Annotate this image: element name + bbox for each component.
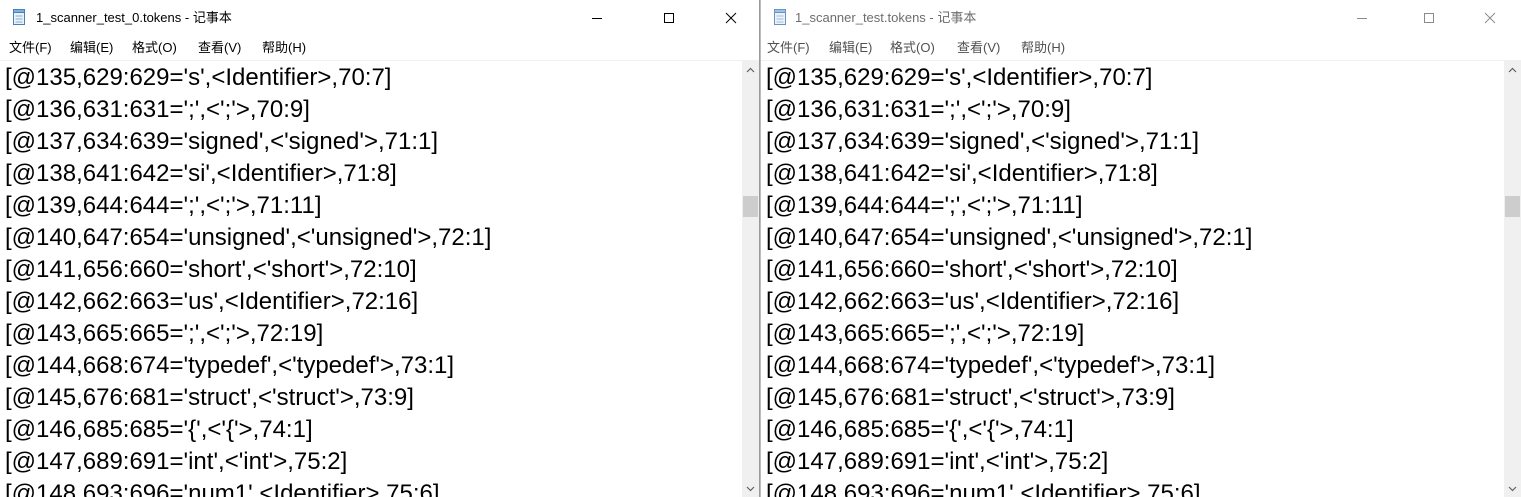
- menu-file[interactable]: 文件(F): [767, 36, 810, 60]
- text-line: [@140,647:654='unsigned',<'unsigned'>,72…: [5, 224, 492, 251]
- menu-format[interactable]: 格式(O): [890, 36, 935, 60]
- vertical-scrollbar[interactable]: [742, 61, 759, 497]
- text-line: [@135,629:629='s',<Identifier>,70:7]: [5, 64, 392, 91]
- scroll-down-button[interactable]: [1504, 480, 1521, 497]
- menu-view[interactable]: 查看(V): [957, 36, 1000, 60]
- menu-help[interactable]: 帮助(H): [262, 36, 306, 60]
- text-line: [@141,656:660='short',<'short'>,72:10]: [5, 256, 417, 283]
- text-line: [@146,685:685='{',<'{'>,74:1]: [5, 416, 313, 443]
- chevron-up-icon: [1508, 67, 1517, 72]
- menu-file[interactable]: 文件(F): [9, 36, 52, 60]
- close-icon: [725, 12, 737, 24]
- window-title: 1_scanner_test_0.tokens - 记事本: [36, 10, 232, 25]
- minimize-button[interactable]: [1339, 0, 1385, 36]
- text-line: [@139,644:644=';',<';'>,71:11]: [5, 192, 322, 219]
- notepad-icon: [774, 9, 786, 25]
- maximize-icon: [664, 13, 674, 23]
- minimize-button[interactable]: [574, 0, 620, 36]
- text-line: [@142,662:663='us',<Identifier>,72:16]: [5, 288, 419, 315]
- title-bar[interactable]: 1_scanner_test.tokens - 记事本: [761, 0, 1521, 36]
- notepad-window-left[interactable]: 1_scanner_test_0.tokens - 记事本 文件(F) 编辑(E…: [0, 0, 760, 497]
- chevron-up-icon: [746, 67, 755, 72]
- text-line: [@139,644:644=';',<';'>,71:11]: [766, 192, 1083, 219]
- scroll-up-button[interactable]: [742, 61, 759, 78]
- scrollbar-thumb[interactable]: [743, 196, 758, 217]
- text-line: [@136,631:631=';',<';'>,70:9]: [5, 96, 310, 123]
- text-line: [@140,647:654='unsigned',<'unsigned'>,72…: [766, 224, 1253, 251]
- text-line: [@142,662:663='us',<Identifier>,72:16]: [766, 288, 1180, 315]
- chevron-down-icon: [746, 486, 755, 491]
- scroll-down-button[interactable]: [742, 480, 759, 497]
- scrollbar-thumb[interactable]: [1505, 196, 1520, 217]
- text-line: [@136,631:631=';',<';'>,70:9]: [766, 96, 1071, 123]
- menu-view[interactable]: 查看(V): [198, 36, 241, 60]
- scroll-up-button[interactable]: [1504, 61, 1521, 78]
- notepad-icon: [13, 9, 25, 25]
- title-bar[interactable]: 1_scanner_test_0.tokens - 记事本: [0, 0, 759, 36]
- maximize-icon: [1424, 13, 1434, 23]
- text-editor[interactable]: [@135,629:629='s',<Identifier>,70:7] [@1…: [761, 61, 1504, 497]
- maximize-button[interactable]: [646, 0, 692, 36]
- text-line: [@147,689:691='int',<'int'>,75:2]: [5, 448, 348, 475]
- text-line: [@137,634:639='signed',<'signed'>,71:1]: [766, 128, 1200, 155]
- text-line: [@143,665:665=';',<';'>,72:19]: [5, 320, 324, 347]
- text-line: [@147,689:691='int',<'int'>,75:2]: [766, 448, 1109, 475]
- text-line: [@143,665:665=';',<';'>,72:19]: [766, 320, 1085, 347]
- text-line: [@148,693:696='num1',<Identifier>,75:6]: [5, 480, 440, 497]
- maximize-button[interactable]: [1406, 0, 1452, 36]
- text-line: [@146,685:685='{',<'{'>,74:1]: [766, 416, 1074, 443]
- window-title: 1_scanner_test.tokens - 记事本: [795, 10, 977, 25]
- text-line: [@145,676:681='struct',<'struct'>,73:9]: [5, 384, 414, 411]
- close-button[interactable]: [708, 0, 754, 36]
- vertical-scrollbar[interactable]: [1504, 61, 1521, 497]
- chevron-down-icon: [1508, 486, 1517, 491]
- menu-bar: 文件(F) 编辑(E) 格式(O) 查看(V) 帮助(H): [761, 36, 1521, 61]
- minimize-icon: [592, 18, 602, 19]
- minimize-icon: [1357, 18, 1367, 19]
- text-editor[interactable]: [@135,629:629='s',<Identifier>,70:7] [@1…: [0, 61, 742, 497]
- text-line: [@138,641:642='si',<Identifier>,71:8]: [766, 160, 1158, 187]
- text-line: [@148,693:696='num1',<Identifier>,75:6]: [766, 480, 1201, 497]
- text-line: [@144,668:674='typedef',<'typedef'>,73:1…: [5, 352, 455, 379]
- menu-edit[interactable]: 编辑(E): [829, 36, 872, 60]
- close-button[interactable]: [1467, 0, 1513, 36]
- notepad-window-right[interactable]: 1_scanner_test.tokens - 记事本 文件(F) 编辑(E) …: [760, 0, 1521, 497]
- text-line: [@141,656:660='short',<'short'>,72:10]: [766, 256, 1178, 283]
- menu-bar: 文件(F) 编辑(E) 格式(O) 查看(V) 帮助(H): [0, 36, 759, 61]
- menu-help[interactable]: 帮助(H): [1021, 36, 1065, 60]
- text-line: [@135,629:629='s',<Identifier>,70:7]: [766, 64, 1153, 91]
- text-line: [@144,668:674='typedef',<'typedef'>,73:1…: [766, 352, 1216, 379]
- text-line: [@145,676:681='struct',<'struct'>,73:9]: [766, 384, 1175, 411]
- text-line: [@138,641:642='si',<Identifier>,71:8]: [5, 160, 397, 187]
- menu-format[interactable]: 格式(O): [132, 36, 177, 60]
- menu-edit[interactable]: 编辑(E): [70, 36, 113, 60]
- text-line: [@137,634:639='signed',<'signed'>,71:1]: [5, 128, 439, 155]
- close-icon: [1484, 12, 1496, 24]
